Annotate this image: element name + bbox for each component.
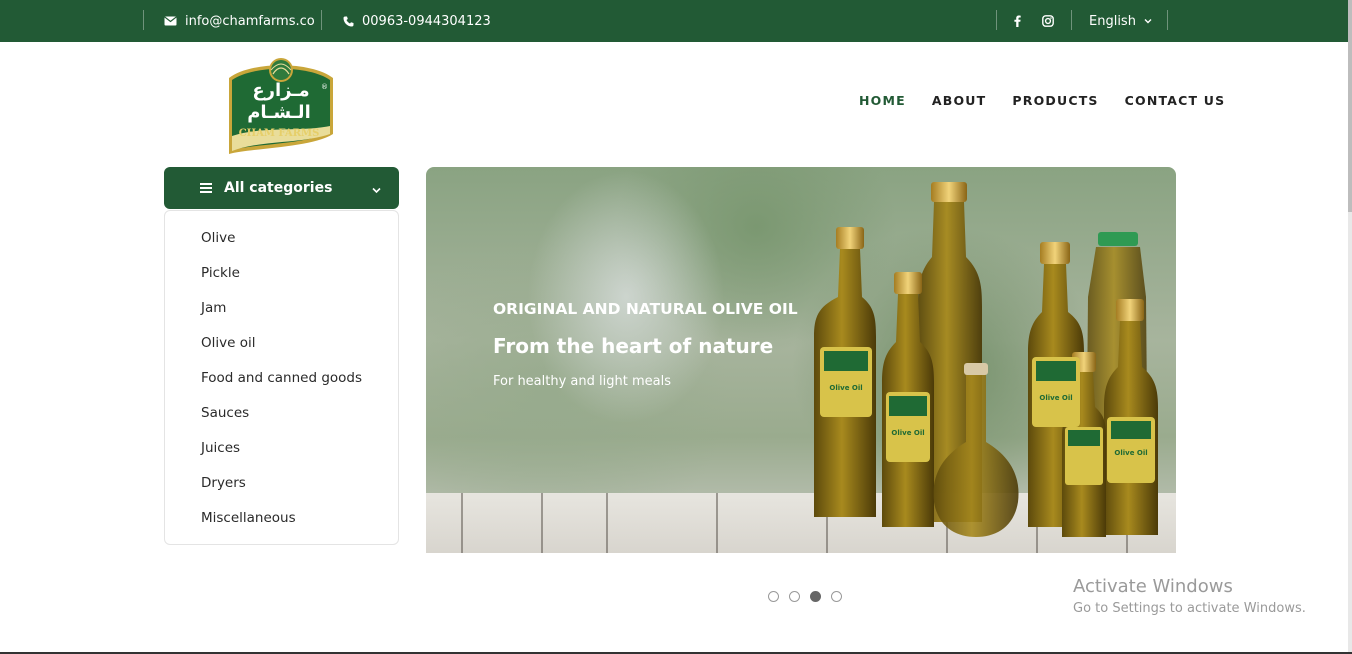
bottle-label-3: Olive Oil	[1039, 394, 1072, 402]
carousel-dots	[768, 591, 842, 602]
phone-icon	[343, 16, 354, 27]
phone-link[interactable]: 00963-0944304123	[343, 0, 491, 42]
email-link[interactable]: info@chamfarms.co	[164, 0, 315, 42]
bottle-label-1: Olive Oil	[829, 384, 862, 392]
bottle-label-4: Olive Oil	[1114, 449, 1147, 457]
all-categories-button[interactable]: All categories	[164, 167, 399, 209]
activate-windows-title: Activate Windows	[1073, 576, 1233, 597]
category-item-jam[interactable]: Jam	[201, 300, 226, 316]
facebook-icon	[1014, 15, 1021, 27]
category-item-miscellaneous[interactable]: Miscellaneous	[201, 510, 296, 526]
divider	[1071, 10, 1072, 30]
nav-products[interactable]: PRODUCTS	[1012, 93, 1098, 108]
divider	[143, 10, 144, 30]
category-item-juices[interactable]: Juices	[201, 440, 240, 456]
carousel-dot-4[interactable]	[831, 591, 842, 602]
scrollbar-thumb[interactable]	[1348, 0, 1352, 212]
category-list: Olive Pickle Jam Olive oil Food and cann…	[164, 210, 399, 545]
divider	[321, 10, 322, 30]
hamburger-icon	[200, 183, 212, 193]
nav-about[interactable]: ABOUT	[932, 93, 987, 108]
chevron-down-icon	[372, 182, 381, 198]
carousel-dot-1[interactable]	[768, 591, 779, 602]
bottle-label-2: Olive Oil	[891, 429, 924, 437]
envelope-icon	[164, 16, 177, 26]
logo-english: CHAM FARMS	[239, 128, 320, 139]
facebook-link[interactable]	[1014, 0, 1021, 42]
category-item-sauces[interactable]: Sauces	[201, 405, 249, 421]
top-bar: info@chamfarms.co 00963-0944304123 Engli…	[0, 0, 1352, 42]
divider	[1167, 10, 1168, 30]
activate-windows-subtitle: Go to Settings to activate Windows.	[1073, 601, 1306, 616]
phone-text: 00963-0944304123	[362, 13, 491, 29]
nav-contact-us[interactable]: CONTACT US	[1125, 93, 1226, 108]
instagram-icon	[1042, 15, 1054, 27]
divider	[996, 10, 997, 30]
language-selector[interactable]: English	[1089, 0, 1152, 42]
category-item-food-canned[interactable]: Food and canned goods	[201, 370, 362, 386]
page-scrollbar[interactable]	[1348, 0, 1352, 654]
logo-arabic-line2: الـشـام	[247, 102, 311, 123]
category-item-olive[interactable]: Olive	[201, 230, 235, 246]
hero-slider[interactable]: Olive Oil Olive Oil Olive Oil Olive Oil …	[426, 167, 1176, 553]
instagram-link[interactable]	[1042, 0, 1054, 42]
all-categories-label: All categories	[224, 180, 333, 196]
hero-heading: ORIGINAL AND NATURAL OLIVE OIL	[493, 300, 798, 318]
category-item-pickle[interactable]: Pickle	[201, 265, 240, 281]
nav-home[interactable]: HOME	[859, 93, 906, 108]
carousel-dot-2[interactable]	[789, 591, 800, 602]
main-nav: HOME ABOUT PRODUCTS CONTACT US	[859, 93, 1225, 108]
email-text: info@chamfarms.co	[185, 13, 315, 29]
carousel-dot-3-active[interactable]	[810, 591, 821, 602]
olive-oil-bottles-image: Olive Oil Olive Oil Olive Oil Olive Oil	[814, 182, 1158, 537]
language-label: English	[1089, 13, 1136, 29]
site-logo[interactable]: مـزارع الـشـام CHAM FARMS ®	[226, 56, 336, 156]
category-item-dryers[interactable]: Dryers	[201, 475, 246, 491]
category-item-olive-oil[interactable]: Olive oil	[201, 335, 255, 351]
logo-arabic-line1: مـزارع	[252, 80, 309, 101]
hero-subheading: From the heart of nature	[493, 334, 774, 358]
chevron-down-icon	[1144, 18, 1152, 24]
registered-mark-icon: ®	[321, 83, 328, 91]
hero-tagline: For healthy and light meals	[493, 374, 671, 389]
